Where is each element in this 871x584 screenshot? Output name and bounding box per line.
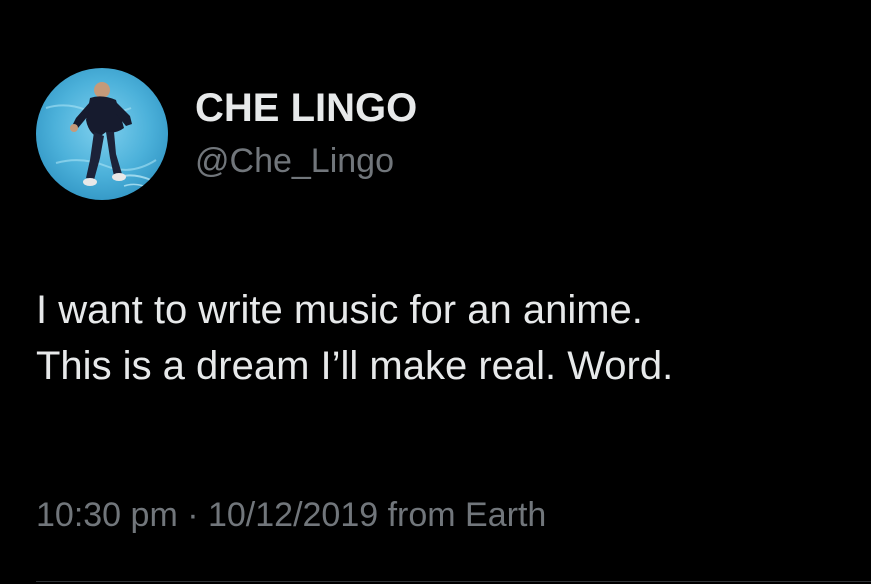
tweet-metadata: 10:30 pm · 10/12/2019 from Earth xyxy=(36,496,546,535)
avatar[interactable] xyxy=(36,68,168,200)
tweet-text-line: I want to write music for an anime. xyxy=(36,288,643,332)
meta-separator: · xyxy=(177,496,208,534)
user-handle[interactable]: @Che_Lingo xyxy=(195,142,394,181)
tweet-card: CHE LINGO @Che_Lingo I want to write mus… xyxy=(0,0,871,584)
display-name[interactable]: CHE LINGO xyxy=(195,86,417,131)
tweet-text-line: This is a dream I’ll make real. Word. xyxy=(36,344,674,388)
tweet-text: I want to write music for an anime. This… xyxy=(36,282,856,394)
tweet-source: from Earth xyxy=(378,496,547,534)
tweet-time[interactable]: 10:30 pm xyxy=(36,496,178,534)
tweet-date[interactable]: 10/12/2019 xyxy=(208,496,378,534)
avatar-image xyxy=(36,68,168,200)
divider xyxy=(36,581,871,582)
